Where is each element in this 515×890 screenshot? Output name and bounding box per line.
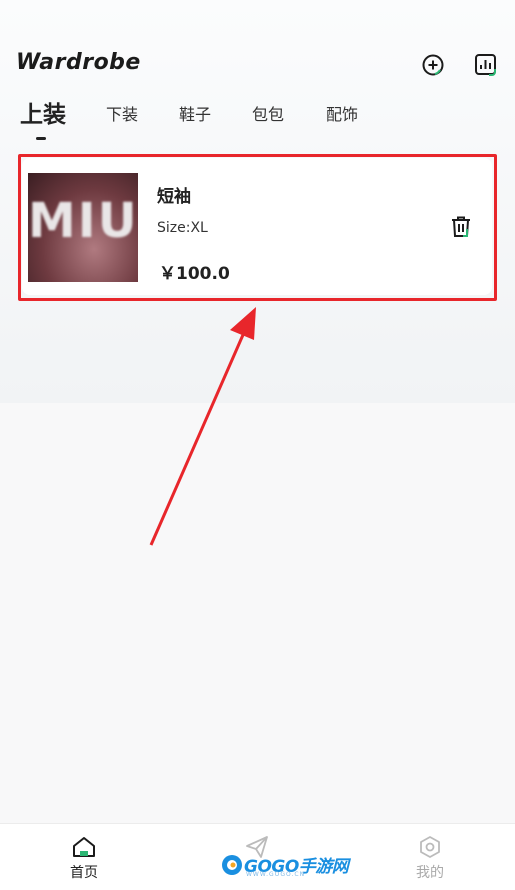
trash-icon <box>452 216 470 237</box>
app-logo: Wardrobe <box>16 50 141 75</box>
item-name: 短袖 <box>157 187 191 207</box>
tab-accessories[interactable]: 配饰 <box>326 101 358 125</box>
add-item-button[interactable] <box>420 51 448 79</box>
nav-home-label: 首页 <box>70 865 98 881</box>
statistics-button[interactable] <box>472 51 500 79</box>
nav-home[interactable]: 首页 <box>44 834 124 882</box>
watermark-subtext: WWW.GOGO.CN <box>246 871 306 878</box>
bar-chart-icon <box>475 54 496 76</box>
category-tabs: 上装 下装 鞋子 包包 配饰 <box>0 93 515 143</box>
tab-tops[interactable]: 上装 <box>20 95 66 129</box>
watermark: GOGO手游网 WWW.GOGO.CN <box>220 852 349 878</box>
tab-bottoms[interactable]: 下装 <box>106 101 138 125</box>
item-price: ￥100.0 <box>159 264 230 284</box>
watermark-logo-icon <box>222 854 242 875</box>
nav-me-label: 我的 <box>416 865 444 881</box>
tab-shoes[interactable]: 鞋子 <box>179 101 211 125</box>
clothing-item-card[interactable]: MIU 短袖 Size:XL ￥100.0 <box>22 158 492 295</box>
settings-hex-icon <box>420 836 440 858</box>
item-thumbnail: MIU <box>28 173 138 282</box>
delete-item-button[interactable] <box>448 214 474 240</box>
plus-circle-icon <box>422 54 444 76</box>
thumbnail-image-text: MIU <box>28 193 138 249</box>
tab-bags[interactable]: 包包 <box>252 101 284 125</box>
home-icon <box>73 837 95 857</box>
nav-me[interactable]: 我的 <box>390 834 470 882</box>
item-size: Size:XL <box>157 220 208 236</box>
active-tab-indicator <box>36 137 46 140</box>
